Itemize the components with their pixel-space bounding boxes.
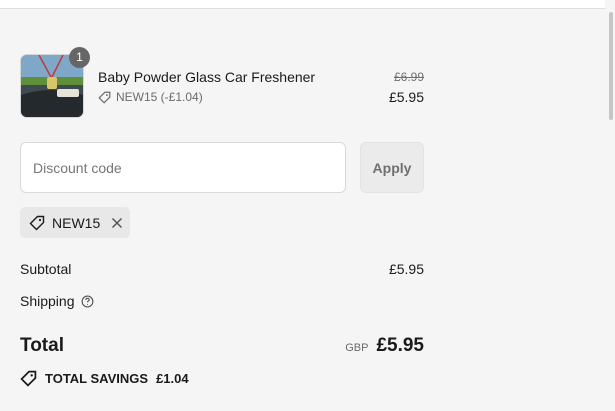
scrollbar[interactable] [605, 0, 615, 411]
tag-icon [98, 91, 111, 104]
product-discount: NEW15 (-£1.04) [98, 90, 203, 104]
applied-discount-chip: NEW15 [20, 207, 130, 238]
shipping-label: Shipping [20, 293, 75, 309]
quantity-badge: 1 [69, 47, 90, 68]
scrollbar-thumb[interactable] [609, 12, 613, 120]
close-icon[interactable] [111, 217, 123, 229]
tag-icon [20, 370, 37, 387]
total-amount: GBP £5.95 [345, 335, 424, 357]
original-price: £6.99 [393, 70, 424, 84]
product-discount-label: NEW15 (-£1.04) [116, 90, 203, 104]
total-savings: TOTAL SAVINGS £1.04 [20, 370, 189, 387]
help-circle-icon[interactable] [81, 295, 94, 308]
total-savings-label: TOTAL SAVINGS [45, 371, 149, 386]
product-name: Baby Powder Glass Car Freshener [98, 69, 316, 85]
total-value: £5.95 [376, 335, 424, 356]
apply-button[interactable]: Apply [360, 142, 424, 193]
applied-discount-code: NEW15 [52, 214, 101, 231]
currency-code: GBP [345, 342, 369, 354]
discount-code-input[interactable] [20, 142, 346, 193]
product-price: £5.95 [388, 89, 424, 105]
top-bar [0, 0, 605, 9]
subtotal-label: Subtotal [20, 261, 72, 277]
total-savings-value: £1.04 [156, 371, 189, 386]
subtotal-value: £5.95 [388, 261, 424, 277]
total-label: Total [20, 335, 64, 356]
shipping-row: Shipping [20, 293, 94, 309]
tag-icon [29, 215, 45, 231]
